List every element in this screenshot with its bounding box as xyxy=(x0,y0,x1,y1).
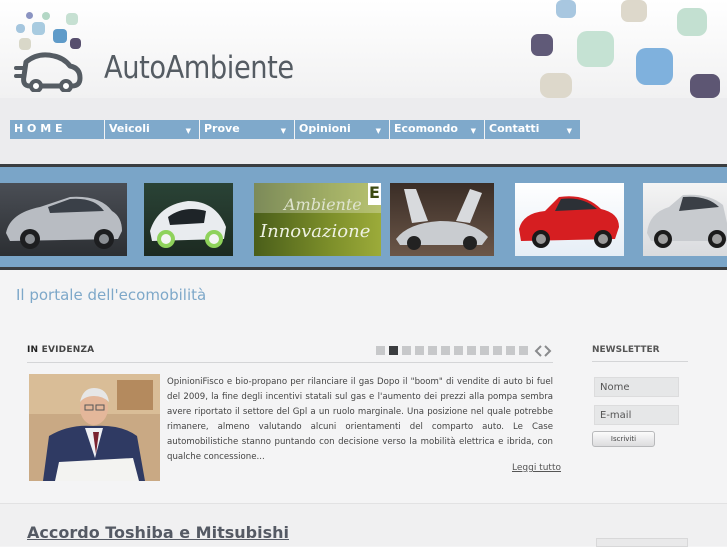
decor-dot xyxy=(540,73,572,98)
decor-dot xyxy=(556,0,576,18)
chevron-down-icon: ▼ xyxy=(470,127,476,135)
logo-dot xyxy=(26,12,33,19)
logo-dot xyxy=(16,24,25,33)
decor-dot xyxy=(636,48,673,85)
logo-dot xyxy=(53,29,67,43)
car-thumb-red-sedan[interactable] xyxy=(515,183,624,256)
site-tagline: Il portale dell'ecomobilità xyxy=(16,286,207,304)
car-thumb-silver-suv[interactable] xyxy=(643,183,727,256)
pager-dot[interactable] xyxy=(376,346,385,355)
nav-item-contatti[interactable]: Contatti ▼ xyxy=(485,120,580,139)
chevron-right-icon[interactable] xyxy=(543,345,553,357)
decor-dot xyxy=(531,34,553,56)
newsletter-submit-button[interactable]: Iscriviti xyxy=(592,431,655,447)
chevron-down-icon: ▼ xyxy=(280,127,286,135)
news-headline-link[interactable]: Accordo Toshiba e Mitsubishi xyxy=(27,523,289,542)
panel-line1: Ambiente xyxy=(284,195,362,214)
featured-label-prefix: IN xyxy=(27,345,39,355)
logo-dot xyxy=(66,13,78,25)
read-more-link[interactable]: Leggi tutto xyxy=(512,463,561,473)
nav-item-prove[interactable]: Prove ▼ xyxy=(200,120,295,139)
car-thumb-silver-hatchback[interactable] xyxy=(0,183,127,256)
panel-line2: Innovazione xyxy=(260,221,371,242)
nav-item-label: Ecomondo xyxy=(394,122,458,135)
decor-dot xyxy=(577,31,614,67)
decor-dot xyxy=(621,0,647,22)
featured-section-title: IN EVIDENZA xyxy=(27,345,94,355)
pager-dot[interactable] xyxy=(467,346,476,355)
chevron-down-icon: ▼ xyxy=(185,127,191,135)
nav-item-opinioni[interactable]: Opinioni ▼ xyxy=(295,120,390,139)
logo-dot xyxy=(42,12,50,20)
pager-dot[interactable] xyxy=(402,346,411,355)
car-gallery-band: Ambiente Innovazione E xyxy=(0,164,727,270)
featured-photo[interactable] xyxy=(29,374,160,481)
decor-dot xyxy=(677,8,707,36)
pager-dot[interactable] xyxy=(454,346,463,355)
logo-dot xyxy=(32,22,45,35)
eco-car-logo-icon xyxy=(14,52,83,92)
pager-dot[interactable] xyxy=(519,346,528,355)
ambiente-innovazione-panel[interactable]: Ambiente Innovazione E xyxy=(254,183,381,256)
featured-label-rest: EVIDENZA xyxy=(41,345,95,355)
chevron-left-icon[interactable] xyxy=(533,345,543,357)
nav-item-label: H O M E xyxy=(14,122,63,135)
newsletter-email-field[interactable]: E-mail xyxy=(594,405,679,425)
newsletter-title: NEWSLETTER xyxy=(592,345,660,355)
featured-article-text: OpinioniFisco e bio-propano per rilancia… xyxy=(167,377,553,462)
newsletter-name-field[interactable]: Nome xyxy=(594,377,679,397)
pager-dot[interactable] xyxy=(428,346,437,355)
pager-dot[interactable] xyxy=(480,346,489,355)
chevron-down-icon: ▼ xyxy=(375,127,381,135)
site-logo-text[interactable]: AutoAmbiente xyxy=(104,50,294,86)
site-header: AutoAmbiente xyxy=(0,0,727,98)
car-thumb-silver-concept[interactable] xyxy=(390,183,494,256)
pager-dot[interactable] xyxy=(441,346,450,355)
nav-item-veicoli[interactable]: Veicoli ▼ xyxy=(105,120,200,139)
pager-dot[interactable] xyxy=(493,346,502,355)
chevron-down-icon: ▼ xyxy=(566,127,572,135)
nav-item-label: Contatti xyxy=(489,122,540,135)
car-thumb-white-concept[interactable] xyxy=(144,183,233,256)
featured-divider xyxy=(27,362,553,363)
nav-item-label: Opinioni xyxy=(299,122,351,135)
nav-item-label: Prove xyxy=(204,122,240,135)
panel-corner-letter: E xyxy=(368,183,381,205)
nav-item-home[interactable]: H O M E xyxy=(10,120,105,139)
decor-dot xyxy=(690,74,720,98)
pager-dot[interactable] xyxy=(415,346,424,355)
pager-dot-active[interactable] xyxy=(389,346,398,355)
nav-item-label: Veicoli xyxy=(109,122,150,135)
pager-dot[interactable] xyxy=(506,346,515,355)
right-box xyxy=(596,538,688,547)
nav-item-ecomondo[interactable]: Ecomondo ▼ xyxy=(390,120,485,139)
newsletter-divider xyxy=(592,361,688,362)
